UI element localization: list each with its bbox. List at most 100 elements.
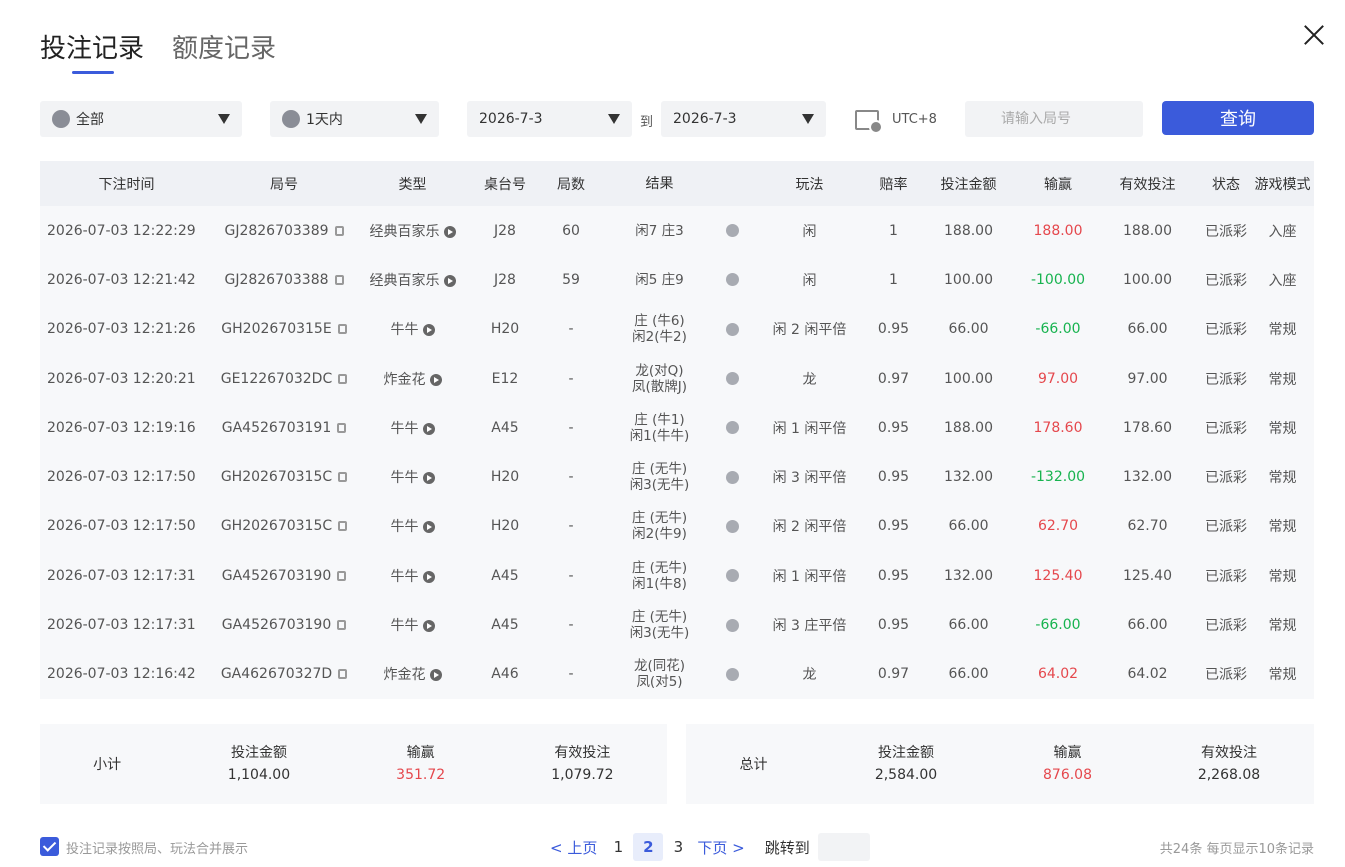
copy-icon[interactable]: [338, 521, 348, 532]
info-icon[interactable]: [725, 273, 739, 287]
play-video-icon[interactable]: [429, 669, 442, 682]
cell-count: 59: [562, 271, 580, 288]
cell-count: -: [568, 321, 574, 338]
cell-game-mode: 入座: [1268, 272, 1297, 289]
cell-play: 闲 2 闲平倍: [772, 322, 847, 339]
play-video-icon[interactable]: [422, 570, 435, 583]
copy-icon[interactable]: [337, 422, 347, 433]
play-video-icon[interactable]: [429, 373, 442, 386]
calendar-timezone-icon[interactable]: [855, 110, 883, 134]
cell-result: 庄 (无牛) 闲1(牛8): [602, 560, 717, 592]
info-icon[interactable]: [725, 519, 739, 533]
page-2[interactable]: 2: [633, 833, 664, 861]
round-number-input[interactable]: [965, 101, 1143, 137]
cell-play: 闲 2 闲平倍: [772, 519, 847, 536]
cell-bet-time: 2026-07-03 12:22:29: [47, 222, 196, 239]
cell-valid-bet: 100.00: [1123, 271, 1172, 288]
cell-odds: 0.95: [877, 567, 910, 584]
result-line-1: 闲7 庄3: [635, 222, 684, 239]
cell-bet-time: 2026-07-03 12:17:50: [47, 469, 196, 486]
cell-odds: 0.97: [877, 666, 910, 683]
result-line-2: 凤(对5): [636, 674, 683, 691]
copy-icon[interactable]: [338, 669, 348, 680]
close-icon[interactable]: [1299, 20, 1329, 50]
cell-round: GH202670315C: [213, 469, 355, 485]
cell-round: GE12267032DC: [213, 371, 355, 387]
play-video-icon[interactable]: [422, 620, 435, 633]
result-line-1: 龙(对Q): [635, 362, 684, 379]
result-line-2: 凤(散牌J): [631, 378, 687, 395]
cell-table-no: A45: [491, 617, 519, 634]
info-icon[interactable]: [725, 372, 739, 386]
cell-bet-amount: 132.00: [944, 567, 993, 584]
result-line-2: 闲1(牛8): [632, 575, 687, 592]
jump-page-input[interactable]: [817, 833, 870, 861]
cell-win-loss: 62.70: [1037, 518, 1079, 535]
query-button[interactable]: 查询: [1162, 101, 1314, 135]
info-icon[interactable]: [725, 569, 739, 583]
copy-icon[interactable]: [337, 620, 347, 631]
prev-page-link[interactable]: < 上页: [550, 837, 597, 858]
cell-result: 龙(对Q) 凤(散牌J): [602, 363, 717, 395]
table-row: 2026-07-03 12:17:50 GH202670315C 牛牛 H20 - 庄 (…: [40, 452, 1314, 501]
info-icon[interactable]: [725, 618, 739, 632]
time-range-select[interactable]: 1天内: [270, 101, 439, 137]
copy-icon[interactable]: [334, 274, 344, 285]
date-from-select[interactable]: 2026-7-3: [467, 101, 632, 137]
cell-valid-bet: 178.60: [1123, 419, 1172, 436]
copy-icon[interactable]: [338, 472, 348, 483]
table-row: 2026-07-03 12:17:50 GH202670315C 牛牛 H20 - 庄 (…: [40, 502, 1314, 551]
play-video-icon[interactable]: [422, 422, 435, 435]
cell-type: 经典百家乐: [355, 270, 470, 290]
cell-table-no: J28: [494, 222, 516, 239]
info-icon[interactable]: [725, 224, 739, 238]
play-video-icon[interactable]: [422, 521, 435, 534]
copy-icon[interactable]: [338, 373, 348, 384]
cell-type: 牛牛: [355, 566, 470, 586]
cell-valid-bet: 66.00: [1127, 617, 1168, 634]
merge-checkbox[interactable]: [40, 837, 59, 856]
cell-result-info: [717, 617, 747, 633]
info-icon[interactable]: [725, 470, 739, 484]
cell-game-mode: 常规: [1268, 667, 1297, 684]
copy-icon[interactable]: [337, 324, 347, 335]
subtotal-valid-value: 1,079.72: [551, 767, 614, 783]
cell-odds: 0.95: [877, 469, 910, 486]
play-video-icon[interactable]: [422, 324, 435, 337]
clock-icon: [282, 110, 300, 128]
game-type: 牛牛: [390, 568, 419, 585]
total-bet: 投注金额 2,584.00: [821, 742, 991, 786]
cell-type: 牛牛: [355, 319, 470, 339]
chevron-down-icon: [218, 114, 230, 124]
total-win-label: 输赢: [1053, 745, 1082, 761]
play-video-icon[interactable]: [443, 225, 456, 238]
play-video-icon[interactable]: [443, 274, 456, 287]
result-line-1: 庄 (无牛): [631, 559, 688, 576]
game-type-select[interactable]: 全部: [40, 101, 242, 137]
copy-icon[interactable]: [337, 570, 347, 581]
cell-bet-amount: 100.00: [944, 271, 993, 288]
cell-result: 龙(同花) 凤(对5): [602, 658, 717, 690]
result-line-2: 闲3(无牛): [629, 625, 690, 642]
next-page-link[interactable]: 下页 >: [697, 837, 744, 858]
cell-win-loss: 64.02: [1037, 666, 1079, 683]
info-icon[interactable]: [725, 667, 739, 681]
tab-credit-records[interactable]: 额度记录: [172, 32, 276, 74]
round-number: GJ2826703389: [224, 222, 329, 239]
play-video-icon[interactable]: [422, 472, 435, 485]
info-icon[interactable]: [725, 421, 739, 435]
cell-count: 60: [562, 222, 580, 239]
page-3[interactable]: 3: [663, 833, 693, 861]
date-to-select[interactable]: 2026-7-3: [661, 101, 826, 137]
time-range-value: 1天内: [306, 112, 343, 128]
info-icon[interactable]: [725, 322, 739, 336]
table-row: 2026-07-03 12:19:16 GA4526703191 牛牛 A45 - 庄 (…: [40, 403, 1314, 452]
copy-icon[interactable]: [334, 225, 344, 236]
cell-table-no: A45: [491, 567, 519, 584]
result-line-1: 庄 (无牛): [631, 510, 688, 527]
pagination: < 上页 1 2 3 下页 > 跳转到: [550, 832, 870, 862]
cell-type: 牛牛: [355, 467, 470, 487]
subtotal-panel: 小计 投注金额 1,104.00 输赢 351.72 有效投注 1,079.72: [40, 724, 667, 804]
tab-bet-records[interactable]: 投注记录: [40, 32, 144, 74]
page-1[interactable]: 1: [603, 833, 633, 861]
